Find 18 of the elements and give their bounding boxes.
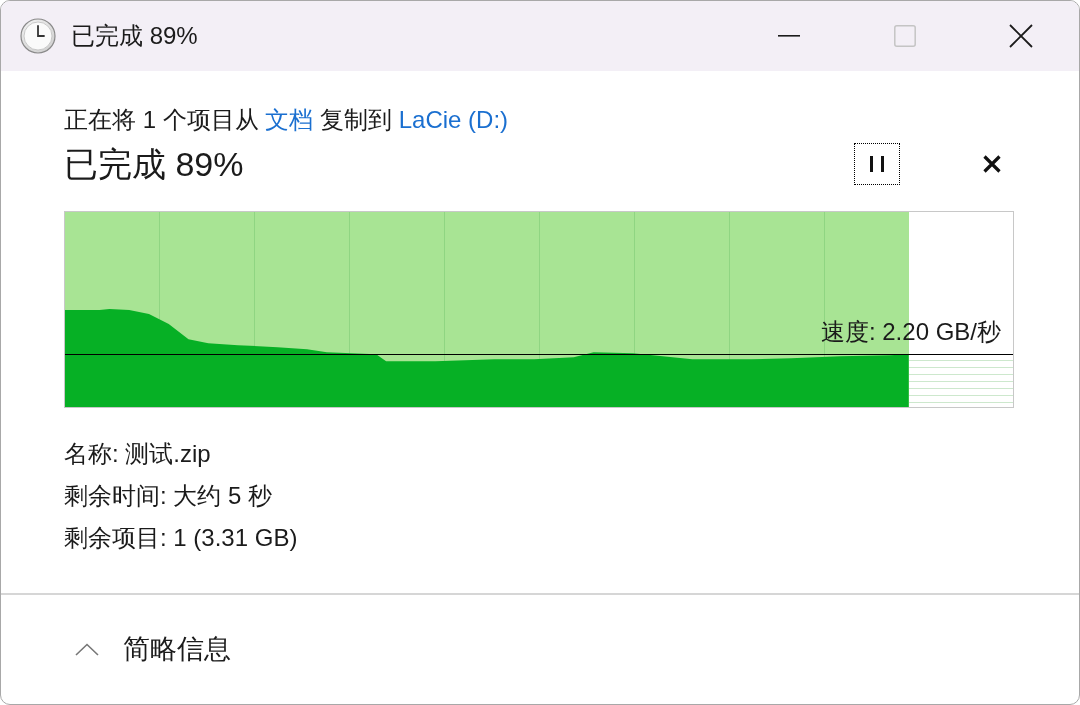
pause-icon (870, 156, 884, 172)
pause-button[interactable] (854, 143, 900, 185)
maximize-icon (894, 25, 916, 47)
chevron-up-icon (75, 642, 99, 656)
info-line: 剩余时间: 大约 5 秒 (64, 481, 274, 511)
close-icon (983, 155, 1001, 173)
info-line: 剩余项目: 1 (3.31 GB) (64, 523, 299, 553)
close-icon (1009, 24, 1033, 48)
location-link[interactable]: LaCie (D:) (398, 106, 509, 133)
clock-icon (20, 18, 56, 54)
location-link[interactable]: 文档 (265, 106, 314, 133)
progress-status: 已完成 89% (64, 144, 245, 184)
minimize-icon (778, 35, 800, 37)
speed-label: 速度: 2.20 GB/秒 (820, 316, 1001, 347)
window-title: 已完成 89% (71, 21, 199, 51)
details-toggle[interactable]: 简略信息 (75, 631, 231, 668)
info-line: 名称: 测试.zip (64, 439, 212, 469)
copy-summary-text: 正在将 1 个项目从 文档 复制到 LaCie (D:) (64, 105, 510, 135)
